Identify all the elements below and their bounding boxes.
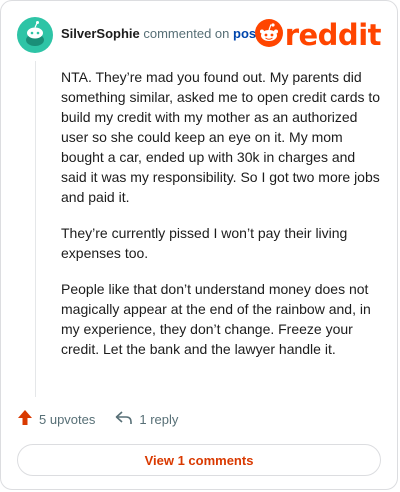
thread-line[interactable] [35,61,36,397]
upvote-arrow-icon [17,409,39,429]
snoo-avatar-icon[interactable] [17,17,53,53]
reply-button[interactable]: 1 reply [115,410,178,429]
comment-header: SilverSophie commented on post reddit [17,17,382,53]
comment-paragraph: They’re currently pissed I won’t pay the… [61,225,348,261]
comment-card: SilverSophie commented on post reddit NT… [0,0,398,490]
reddit-wordmark: reddit [284,18,382,52]
comment-actions: 5 upvotes 1 reply [17,409,198,429]
view-comments-button[interactable]: View 1 comments [17,444,381,476]
reddit-logo[interactable]: reddit [254,17,382,53]
reply-count: 1 reply [139,411,179,427]
comment-meta: SilverSophie commented on post [61,26,260,41]
upvote-button[interactable]: 5 upvotes [17,409,95,429]
action-text: commented on [143,26,230,41]
comment-paragraph: People like that don’t understand money … [61,281,371,357]
upvote-count: 5 upvotes [39,411,96,427]
reply-arrow-icon [115,410,139,429]
username-link[interactable]: SilverSophie [61,26,140,41]
comment-paragraph: NTA. They’re mad you found out. My paren… [61,69,381,205]
reddit-alien-icon [254,18,283,52]
comment-body: NTA. They’re mad you found out. My paren… [61,67,381,375]
